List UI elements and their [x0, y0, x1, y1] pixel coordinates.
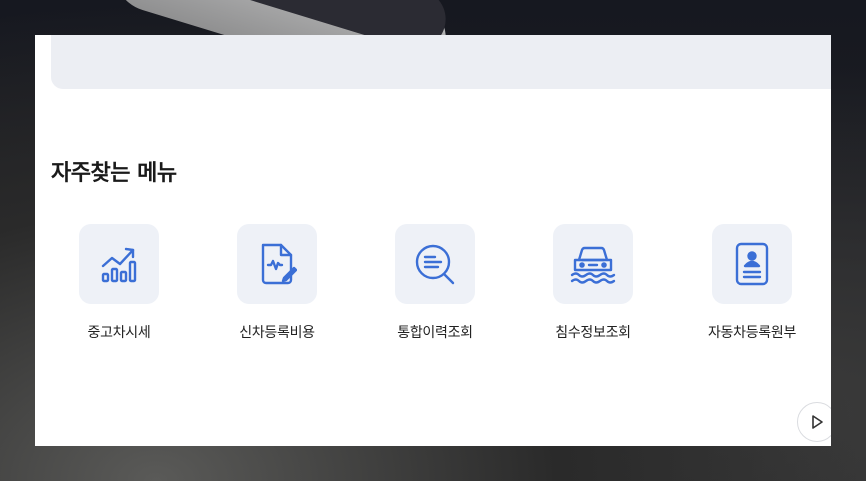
section-title: 자주찾는 메뉴 — [51, 161, 177, 186]
frequent-menu-panel: 자주찾는 메뉴 중고차시세 신차등록비용 통합이력조회 침수정보조회 자동차등록… — [35, 35, 831, 446]
menu-label: 침수정보조회 — [555, 325, 631, 341]
document-sign-icon — [261, 243, 297, 285]
menu-icon-box — [79, 224, 159, 304]
menu-label: 통합이력조회 — [397, 325, 473, 341]
carousel-next-button[interactable] — [797, 402, 831, 442]
menu-item-integrated-history[interactable]: 통합이력조회 — [370, 224, 500, 342]
menu-item-flood-info[interactable]: 침수정보조회 — [528, 224, 658, 342]
menu-icon-box — [712, 224, 792, 304]
menu-icon-box — [395, 224, 475, 304]
id-card-icon — [735, 242, 769, 286]
search-list-icon — [415, 244, 455, 285]
menu-item-used-car-price[interactable]: 중고차시세 — [54, 224, 184, 342]
menu-label: 중고차시세 — [87, 325, 151, 341]
menu-item-vehicle-registry[interactable]: 자동차등록원부 — [687, 224, 817, 342]
flooded-car-icon — [570, 246, 616, 284]
menu-label: 신차등록비용 — [239, 325, 315, 341]
price-trend-icon — [101, 247, 137, 283]
menu-icon-box — [553, 224, 633, 304]
menu-label: 자동차등록원부 — [707, 325, 797, 341]
play-arrow-icon — [812, 415, 823, 429]
menu-icon-box — [237, 224, 317, 304]
menu-item-new-car-registration-cost[interactable]: 신차등록비용 — [212, 224, 342, 342]
top-banner-box — [51, 35, 831, 89]
